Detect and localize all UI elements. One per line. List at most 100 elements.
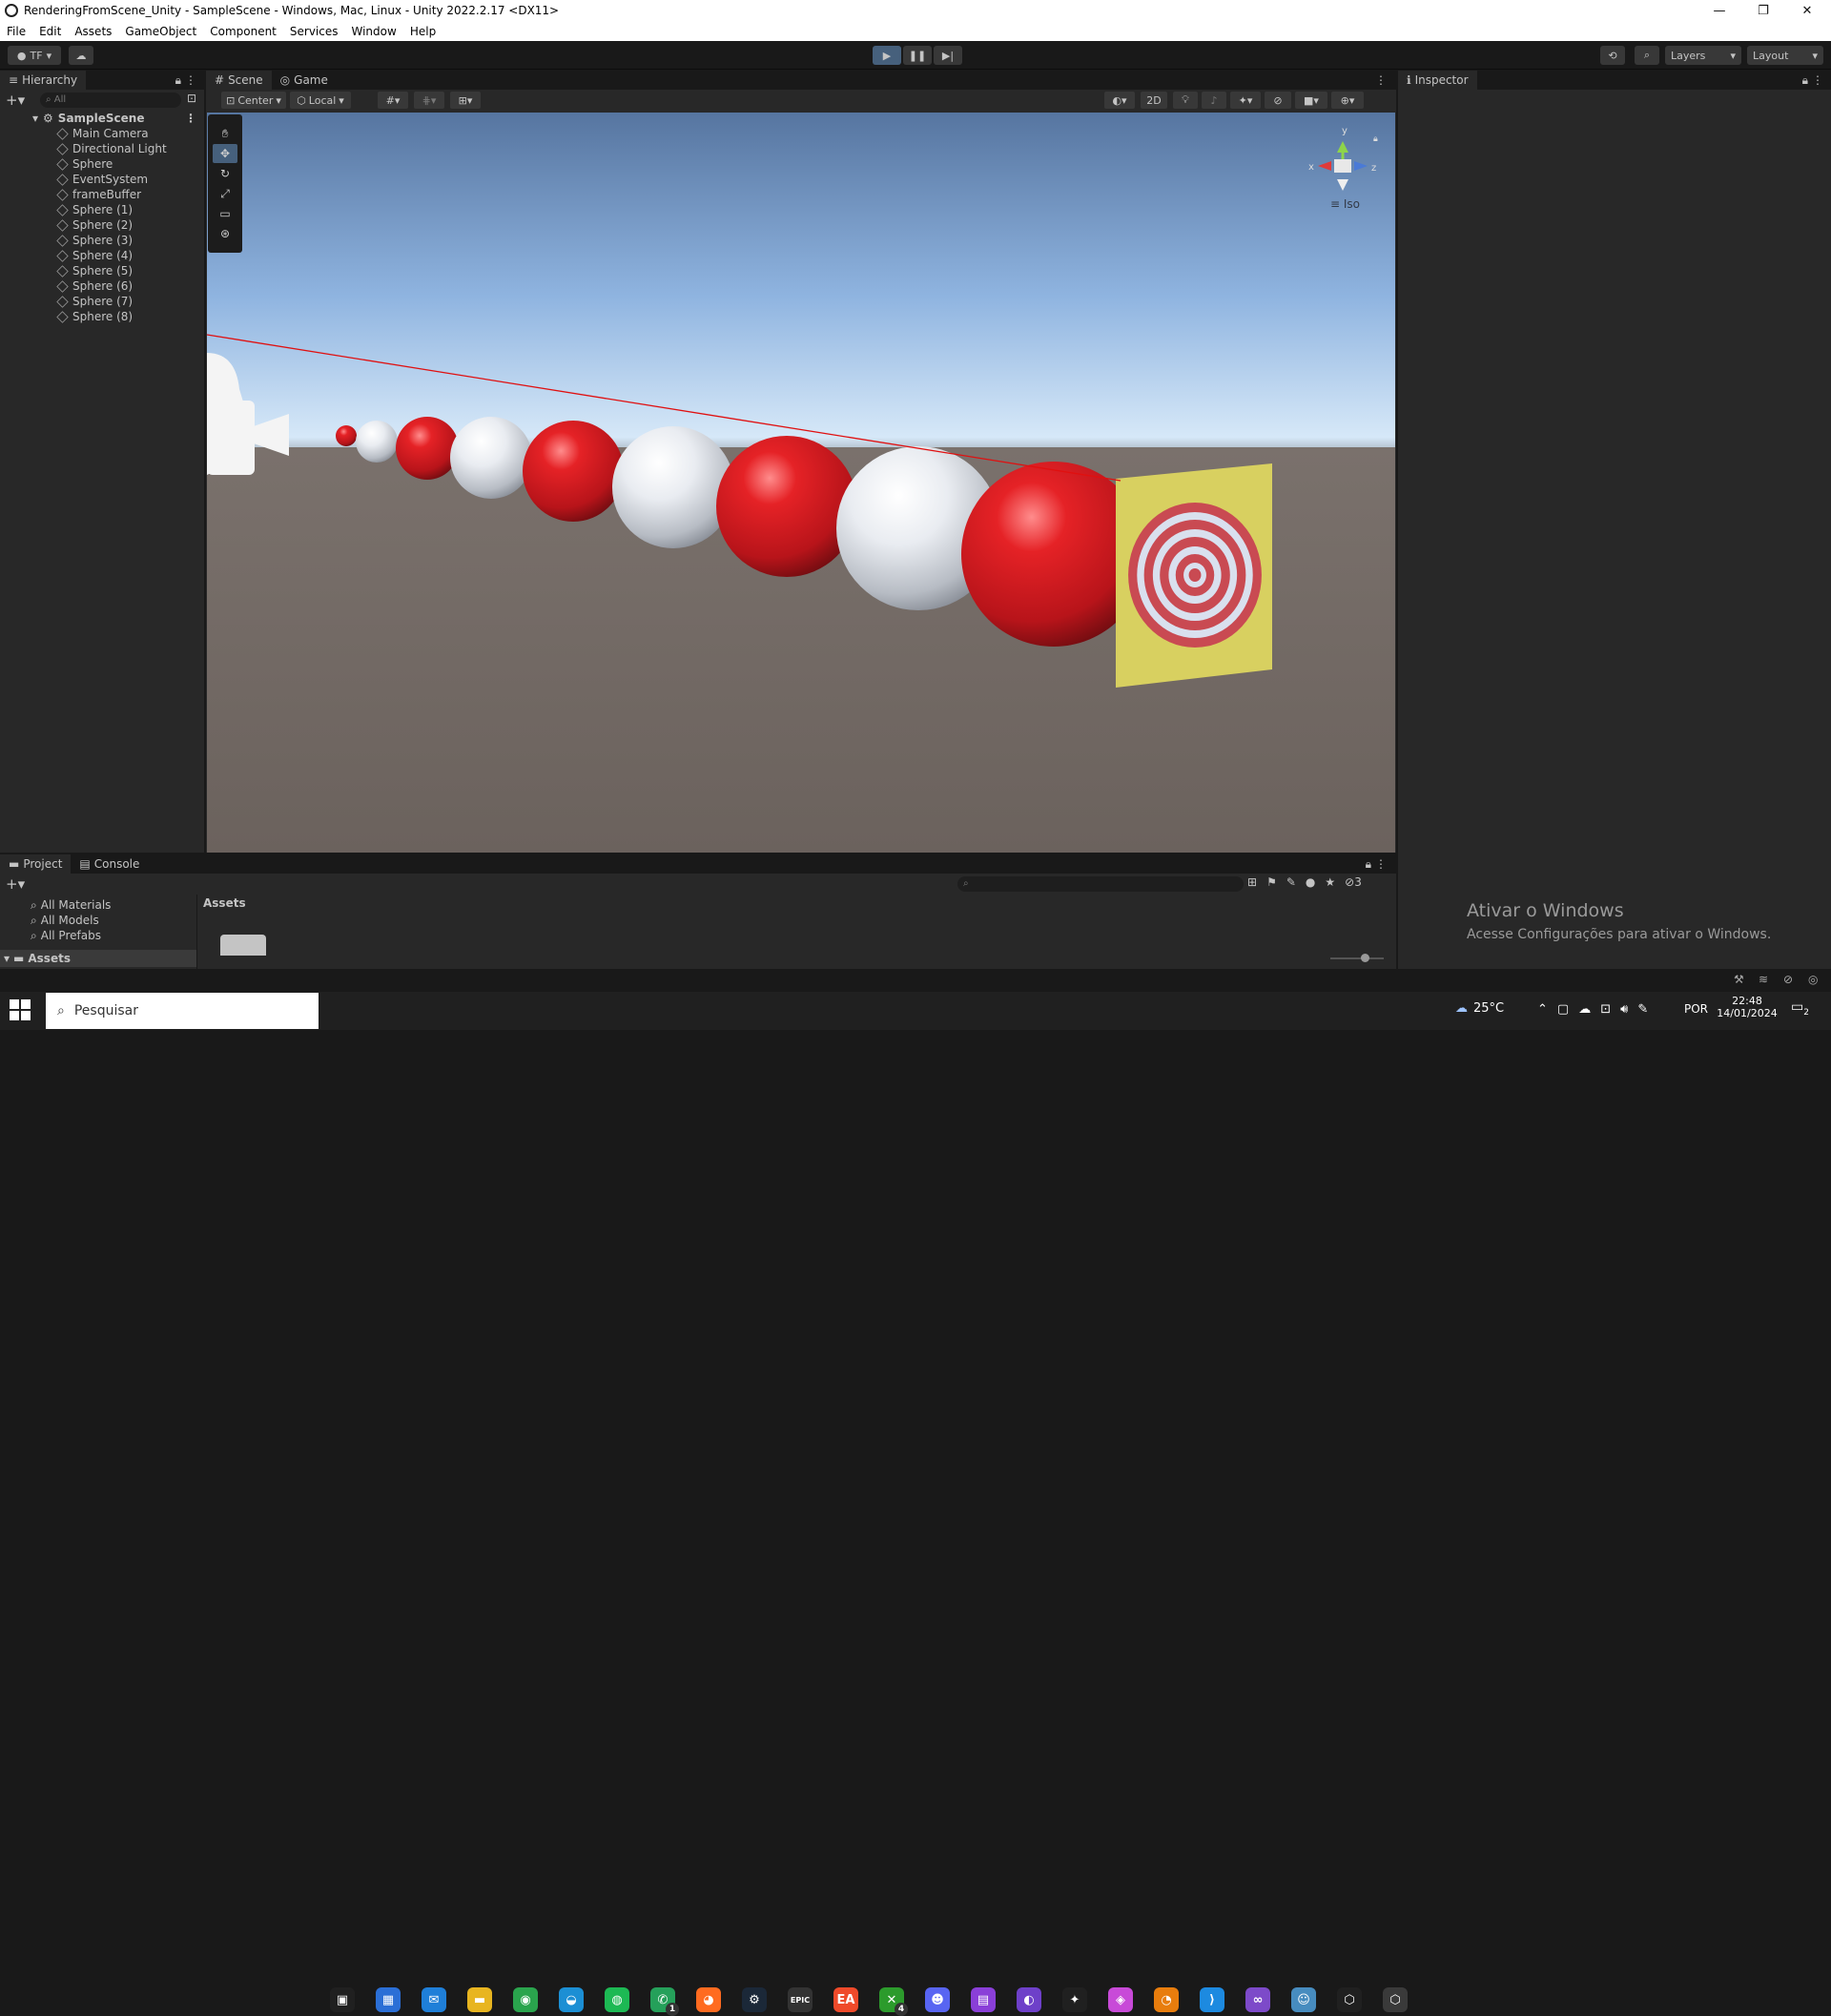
pivot-center-dropdown[interactable]: ⊡ Center ▾: [221, 92, 286, 109]
search-by-label-icon[interactable]: ⚑: [1266, 875, 1277, 889]
sphere-white[interactable]: [450, 417, 532, 499]
hierarchy-item[interactable]: Sphere (1): [56, 202, 133, 217]
camera-settings-icon[interactable]: ■▾: [1295, 92, 1327, 109]
cloud-icon[interactable]: ☁: [69, 46, 93, 65]
grid-visibility-icon[interactable]: ⋕▾: [414, 92, 444, 109]
blender-icon[interactable]: ◔: [1154, 1987, 1179, 2012]
kebab-menu-icon[interactable]: ⋮: [1375, 73, 1387, 87]
zoom-slider-thumb[interactable]: [1361, 954, 1369, 962]
favorite-all-materials[interactable]: ⌕ All Materials: [31, 898, 111, 913]
hierarchy-search-input[interactable]: ⌕ All: [40, 93, 181, 108]
toggle-2d-button[interactable]: 2D: [1141, 92, 1167, 109]
rect-tool-icon[interactable]: ▭: [213, 204, 237, 223]
mail-icon[interactable]: ✉: [422, 1987, 446, 2012]
progress-icon[interactable]: ≋: [1759, 973, 1768, 986]
assets-folder-row[interactable]: ▾ ▬ Assets: [0, 950, 198, 967]
sphere-red[interactable]: [336, 425, 357, 446]
notification-center-icon[interactable]: ▭2: [1791, 999, 1809, 1018]
history-icon[interactable]: ⟲: [1600, 46, 1625, 65]
ea-icon[interactable]: EA: [833, 1987, 858, 2012]
sphere-white[interactable]: [356, 421, 398, 463]
favorite-star-icon[interactable]: ★: [1325, 875, 1335, 889]
pause-button[interactable]: ❚❚: [903, 46, 932, 65]
kebab-menu-icon[interactable]: ⋮: [185, 73, 196, 87]
log-icon[interactable]: ●: [1306, 875, 1315, 889]
network-icon[interactable]: ⊡: [1600, 1002, 1611, 1017]
menu-window[interactable]: Window: [345, 25, 403, 38]
label-icon[interactable]: ✎: [1286, 875, 1296, 889]
steam-icon[interactable]: ⚙: [742, 1987, 767, 2012]
hierarchy-item[interactable]: EventSystem: [56, 172, 148, 187]
step-button[interactable]: ▶|: [934, 46, 962, 65]
chevron-up-icon[interactable]: ⌃: [1537, 1002, 1548, 1017]
hierarchy-item[interactable]: Main Camera: [56, 126, 149, 141]
task-view-icon[interactable]: ▣: [330, 1987, 355, 2012]
folder-icon[interactable]: [220, 935, 266, 956]
spotify-icon[interactable]: ◍: [605, 1987, 629, 2012]
network-icon[interactable]: ⊘: [1783, 973, 1793, 986]
pen-icon[interactable]: ✎: [1637, 1002, 1648, 1017]
xbox-icon[interactable]: ✕ 4: [879, 1987, 908, 2016]
store-icon[interactable]: ▦: [376, 1987, 401, 2012]
layout-dropdown[interactable]: Layout ▾: [1747, 46, 1823, 65]
lock-icon[interactable]: 🔒︎: [1373, 134, 1378, 144]
menu-help[interactable]: Help: [403, 25, 442, 38]
clock[interactable]: 22:48 14/01/2024: [1717, 995, 1778, 1019]
unity-editor-icon[interactable]: ⬡: [1383, 1987, 1408, 2012]
menu-gameobject[interactable]: GameObject: [118, 25, 203, 38]
create-asset-button[interactable]: +▾: [6, 875, 25, 893]
photo-icon[interactable]: ◈: [1108, 1987, 1133, 2012]
tab-game[interactable]: ◎ Game: [272, 71, 337, 90]
firefox-icon[interactable]: ◕: [696, 1987, 721, 2012]
favorite-all-prefabs[interactable]: ⌕ All Prefabs: [31, 929, 101, 943]
scene-row[interactable]: ▾ ⚙ SampleScene ⋮: [0, 111, 204, 126]
hierarchy-item[interactable]: Sphere (8): [56, 309, 133, 324]
hierarchy-item[interactable]: Directional Light: [56, 141, 167, 156]
account-button[interactable]: ● TF ▾: [8, 46, 61, 65]
menu-edit[interactable]: Edit: [32, 25, 68, 38]
lock-icon[interactable]: 🔒︎: [1802, 73, 1808, 88]
menu-file[interactable]: File: [0, 25, 32, 38]
lock-icon[interactable]: 🔒︎: [175, 73, 181, 88]
weather-widget[interactable]: ☁ 25°C: [1455, 1001, 1504, 1016]
epic-games-icon[interactable]: EPIC: [788, 1987, 813, 2012]
shading-mode-icon[interactable]: ◐▾: [1104, 92, 1135, 109]
close-window-button[interactable]: ✕: [1785, 0, 1829, 21]
hierarchy-item[interactable]: Sphere (3): [56, 233, 133, 248]
tab-console[interactable]: ▤ Console: [71, 854, 148, 874]
effects-dropdown-icon[interactable]: ✦▾: [1230, 92, 1261, 109]
move-tool-icon[interactable]: ✥: [213, 144, 237, 163]
hidden-packages-icon[interactable]: ⊘3: [1345, 875, 1362, 889]
hand-tool-icon[interactable]: ✋︎: [213, 124, 237, 143]
kebab-menu-icon[interactable]: ⋮: [1812, 73, 1823, 87]
scene-visibility-icon[interactable]: ⊘: [1265, 92, 1291, 109]
grid-snapping-icon[interactable]: #▾: [378, 92, 408, 109]
hierarchy-item[interactable]: Sphere (7): [56, 294, 133, 309]
search-icon[interactable]: ⌕: [1635, 46, 1659, 65]
game-icon[interactable]: ✦: [1062, 1987, 1087, 2012]
hierarchy-item[interactable]: Sphere (2): [56, 217, 133, 233]
add-object-button[interactable]: +▾: [6, 92, 29, 109]
filter-icon[interactable]: ⊡: [187, 92, 196, 105]
vscode-icon[interactable]: ⟩: [1200, 1987, 1224, 2012]
kebab-menu-icon[interactable]: ⋮: [1375, 857, 1387, 871]
language-indicator[interactable]: POR: [1684, 1002, 1708, 1016]
gizmos-dropdown-icon[interactable]: ⊕▾: [1331, 92, 1364, 109]
sphere-red[interactable]: [396, 417, 459, 480]
menu-services[interactable]: Services: [283, 25, 345, 38]
frame-buffer-target[interactable]: [1116, 463, 1272, 688]
maximize-button[interactable]: ❐: [1741, 0, 1785, 21]
windows-start-icon[interactable]: [10, 999, 31, 1020]
hierarchy-item[interactable]: Sphere (6): [56, 278, 133, 294]
visual-studio-icon[interactable]: ∞: [1245, 1987, 1270, 2012]
projection-label[interactable]: ≡ Iso: [1330, 197, 1360, 211]
tab-project[interactable]: ▬ Project: [0, 854, 72, 874]
hierarchy-item[interactable]: Sphere (4): [56, 248, 133, 263]
favorite-all-models[interactable]: ⌕ All Models: [31, 914, 99, 928]
meet-icon[interactable]: ▢: [1557, 1002, 1569, 1017]
hierarchy-item[interactable]: Sphere: [56, 156, 113, 172]
sphere-white[interactable]: [612, 426, 734, 548]
file-explorer-icon[interactable]: ▬: [467, 1987, 492, 2012]
taskbar-search-input[interactable]: ⌕ Pesquisar: [46, 993, 319, 1029]
volume-icon[interactable]: 🔊︎: [1620, 1002, 1628, 1017]
